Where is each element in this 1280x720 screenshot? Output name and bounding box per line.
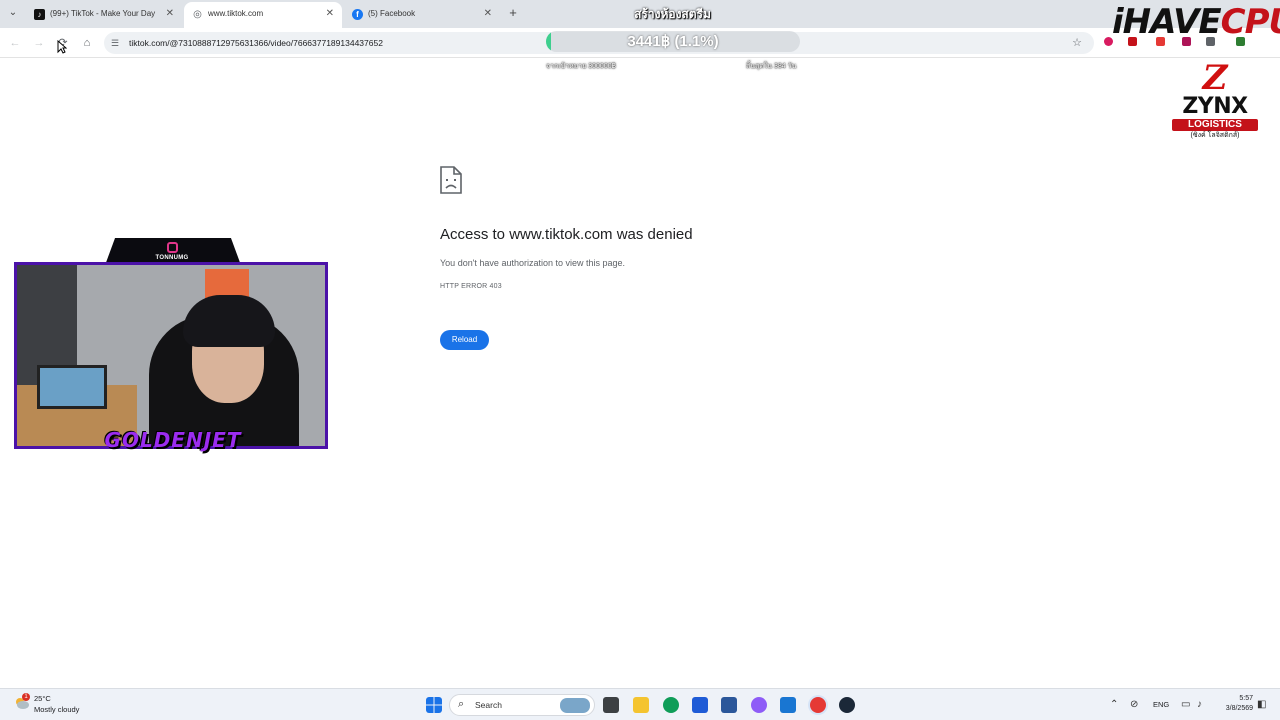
donation-goal-text: จากเป้าหมาย 300000฿ [546, 63, 616, 70]
copilot-icon[interactable] [751, 697, 767, 713]
tab-tiktok-denied[interactable]: ◎ www.tiktok.com ✕ [184, 2, 342, 28]
tab-close-icon[interactable]: ✕ [326, 2, 334, 26]
taskbar: 1 25°C Mostly cloudy ⌕ Search ⌃ ⊘ ENG ▭ … [0, 688, 1280, 720]
tab-tiktok[interactable]: ♪ (99+) TikTok - Make Your Day ✕ [26, 2, 182, 28]
weather-temperature[interactable]: 25°C [34, 694, 51, 703]
reload-button[interactable]: Reload [440, 330, 489, 350]
chrome-icon[interactable] [810, 697, 826, 713]
search-icon: ⌕ [458, 698, 465, 710]
tiktok-icon: ♪ [34, 9, 45, 20]
edge-icon[interactable] [663, 697, 679, 713]
tab-close-icon[interactable]: ✕ [166, 2, 174, 26]
task-view-icon[interactable] [603, 697, 619, 713]
tab-facebook[interactable]: f (5) Facebook ✕ [344, 2, 500, 28]
taskbar-clock[interactable]: 5:57 3/8/2569 [1213, 694, 1253, 714]
taskbar-search-placeholder: Search [475, 700, 502, 710]
globe-icon: ◎ [192, 9, 203, 20]
tab-close-icon[interactable]: ✕ [484, 2, 492, 26]
zynx-thai-name: (ซิงค์ โลจิสติกส์) [1190, 132, 1240, 139]
weather-badge: 1 [22, 693, 30, 701]
zynx-mark: Z [1202, 58, 1228, 98]
tray-overflow-icon[interactable]: ⌃ [1110, 699, 1118, 710]
language-indicator[interactable]: ENG [1153, 700, 1169, 709]
forward-button[interactable]: → [30, 34, 48, 52]
tab-title: (5) Facebook [368, 9, 416, 18]
search-highlight-image [560, 698, 590, 713]
clock-time: 5:57 [1239, 695, 1253, 702]
error-code: HTTP ERROR 403 [440, 283, 502, 290]
stream-title-overlay: สร้างห้องสตรีม [634, 7, 711, 21]
back-button[interactable]: ← [6, 34, 24, 52]
steam-icon[interactable] [839, 697, 855, 713]
clock-date: 3/8/2569 [1225, 705, 1253, 712]
microsoft-store-icon[interactable] [721, 697, 737, 713]
webcam-name-banner: GOLDENJET [104, 428, 242, 452]
file-explorer-icon[interactable] [633, 697, 649, 713]
error-title: Access to www.tiktok.com was denied [440, 226, 693, 243]
tab-search-chevron-icon[interactable]: ⌄ [5, 5, 21, 21]
outlook-icon[interactable] [780, 697, 796, 713]
mouse-cursor-icon [57, 40, 67, 54]
new-tab-button[interactable]: + [505, 4, 521, 22]
broken-page-icon [440, 166, 462, 194]
visual-studio-code-icon[interactable] [692, 697, 708, 713]
site-info-icon[interactable]: ☰ [111, 37, 123, 49]
taskbar-search[interactable]: ⌕ Search [449, 694, 595, 716]
webcam-handle: TONNUMG [155, 255, 189, 261]
donation-progress-bar: 3441฿ (1.1%) [546, 31, 800, 52]
url-text[interactable]: tiktok.com/@7310888712975631366/video/76… [129, 32, 383, 54]
desk-monitor [37, 365, 107, 409]
instagram-icon [167, 242, 178, 253]
network-off-icon[interactable]: ⊘ [1130, 699, 1138, 710]
webcam-feed [14, 262, 328, 449]
ihavecpu-logo: iHAVECPU [1112, 2, 1280, 42]
zynx-logistics-logo: Z ZYNX LOGISTICS (ซิงค์ โลจิสติกส์) [1168, 60, 1262, 152]
tab-title: (99+) TikTok - Make Your Day [50, 9, 156, 18]
donation-remaining-text: สิ้นสุดใน 384 วัน [746, 63, 797, 70]
donation-amount: 3441฿ (1.1%) [627, 33, 719, 50]
zynx-subtitle: LOGISTICS [1172, 119, 1258, 131]
facebook-icon: f [352, 9, 363, 20]
weather-description[interactable]: Mostly cloudy [34, 705, 79, 714]
display-icon[interactable]: ▭ [1181, 699, 1190, 710]
windows-start-icon[interactable] [426, 697, 442, 713]
volume-icon[interactable]: ♪ [1197, 699, 1202, 710]
error-description: You don't have authorization to view thi… [440, 258, 626, 268]
home-button[interactable]: ⌂ [78, 34, 96, 52]
tab-title: www.tiktok.com [208, 9, 264, 18]
notification-icon[interactable]: ◧ [1257, 699, 1266, 710]
bookmark-star-icon[interactable]: ☆ [1072, 32, 1082, 54]
zynx-name: ZYNX [1182, 94, 1248, 119]
